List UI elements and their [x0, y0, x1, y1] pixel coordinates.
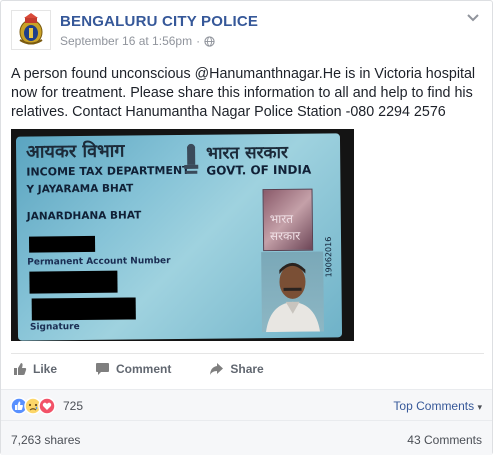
chevron-down-icon[interactable] — [466, 13, 480, 23]
card-hologram: भारत सरकार — [262, 188, 314, 252]
card-holder-name: Y JAYARAMA BHAT — [26, 182, 134, 196]
ashoka-emblem-icon — [184, 143, 199, 174]
like-label: Like — [33, 362, 58, 376]
like-button[interactable]: Like — [11, 354, 57, 384]
comments-count[interactable]: 43 Comments — [407, 433, 482, 447]
card-pan-label: Permanent Account Number — [27, 256, 171, 268]
shares-count[interactable]: 7,263 shares — [11, 433, 80, 447]
redaction-bar-3 — [31, 297, 136, 321]
post-actions-bar: Like Comment Share — [11, 353, 484, 384]
reaction-icons[interactable] — [10, 397, 62, 415]
redaction-bar-1 — [28, 235, 96, 253]
stats-row: 7,263 shares 43 Comments — [1, 420, 492, 455]
reactions-row: 725 Top Comments ▾ — [1, 389, 492, 420]
thumbs-up-icon — [14, 363, 27, 375]
hologram-text: भारत सरकार — [269, 211, 301, 244]
card-govt: GOVT. OF INDIA — [206, 162, 312, 178]
comment-bubble-icon — [96, 363, 110, 375]
pan-card-image: आयकर विभाग INCOME TAX DEPARTMENT भारत सर… — [15, 133, 343, 341]
reaction-count[interactable]: 725 — [63, 399, 83, 413]
share-button[interactable]: Share — [207, 354, 264, 384]
police-emblem-icon — [19, 13, 43, 45]
meta-separator: · — [196, 34, 201, 48]
page-name-link[interactable]: BENGALURU CITY POLICE — [60, 13, 258, 30]
card-hindi-department: आयकर विभाग — [25, 140, 125, 163]
share-arrow-icon — [210, 363, 224, 375]
post-timestamp[interactable]: September 16 at 1:56pm — [60, 34, 192, 48]
top-comments-dropdown[interactable]: Top Comments ▾ — [393, 399, 482, 413]
love-reaction-icon — [38, 397, 56, 415]
share-label: Share — [230, 362, 264, 376]
person-portrait-icon — [266, 262, 320, 333]
redaction-bar-2 — [29, 270, 118, 294]
globe-icon — [204, 35, 215, 47]
top-comments-label: Top Comments — [393, 399, 475, 413]
caret-down-icon: ▾ — [477, 402, 482, 412]
facebook-post-card: BENGALURU CITY POLICE September 16 at 1:… — [0, 0, 493, 455]
card-number: 19062016 — [324, 236, 334, 278]
card-photo — [261, 251, 324, 333]
comment-label: Comment — [116, 362, 172, 376]
page-avatar[interactable] — [11, 10, 51, 50]
card-signature-label: Signature — [29, 322, 80, 333]
card-department: INCOME TAX DEPARTMENT — [26, 163, 190, 179]
card-hindi-govt: भारत सरकार — [206, 142, 289, 164]
comment-button[interactable]: Comment — [93, 354, 171, 384]
post-text: A person found unconscious @Hanumanthnag… — [11, 66, 476, 120]
post-photo[interactable]: आयकर विभाग INCOME TAX DEPARTMENT भारत सर… — [11, 129, 354, 341]
post-meta: September 16 at 1:56pm · — [60, 34, 215, 48]
card-father-name: JANARDHANA BHAT — [26, 209, 142, 223]
